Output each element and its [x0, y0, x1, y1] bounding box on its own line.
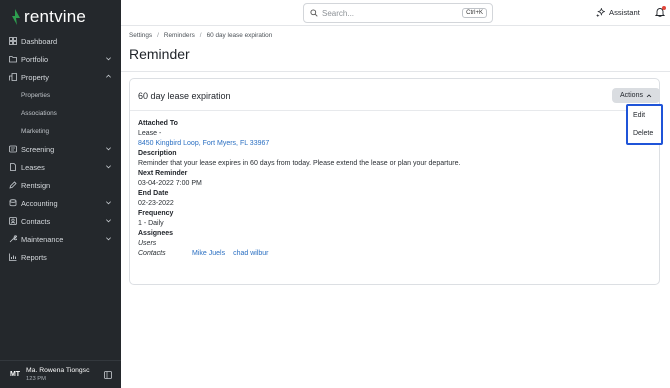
chevron-down-icon[interactable] — [105, 199, 112, 206]
sidebar-item-label: Portfolio — [21, 54, 49, 64]
assignees-label: Assignees — [138, 230, 174, 237]
card-title: 60 day lease expiration — [138, 91, 231, 101]
chevron-down-icon[interactable] — [105, 145, 112, 152]
user-name: Ma. Rowena Tiongsc — [26, 366, 90, 374]
assistant-button[interactable]: Assistant — [596, 8, 640, 17]
user-meta: Ma. Rowena Tiongsc 123 PM — [26, 367, 89, 383]
rentvine-leaf-icon — [12, 9, 20, 25]
breadcrumb-current: 60 day lease expiration — [206, 32, 273, 39]
sidebar-item-accounting[interactable]: Accounting — [0, 194, 121, 212]
actions-menu: Edit Delete — [626, 104, 663, 145]
top-bar: Ctrl+K Assistant — [121, 0, 670, 26]
brand-name: rentvine — [24, 7, 87, 26]
description-label: Description — [138, 150, 177, 157]
menu-item-edit[interactable]: Edit — [628, 106, 661, 124]
contacts-label: Contacts — [138, 250, 166, 257]
notification-dot — [662, 6, 666, 10]
sidebar-item-label: Leases — [21, 162, 45, 172]
page-title: Reminder — [129, 46, 190, 62]
menu-item-delete[interactable]: Delete — [628, 124, 661, 142]
sidebar-subitem-label: Associations — [21, 109, 57, 117]
chart-icon — [9, 253, 17, 261]
chevron-down-icon[interactable] — [105, 163, 112, 170]
breadcrumb-reminders[interactable]: Reminders — [164, 32, 195, 39]
breadcrumb-separator: / — [157, 32, 159, 39]
chevron-up-icon — [646, 93, 652, 97]
sidebar-subitem-label: Marketing — [21, 127, 50, 135]
user-profile[interactable]: MT Ma. Rowena Tiongsc 123 PM — [0, 360, 121, 388]
sidebar-item-maintenance[interactable]: Maintenance — [0, 230, 121, 248]
chevron-down-icon[interactable] — [105, 55, 112, 62]
sidebar-item-dashboard[interactable]: Dashboard — [0, 32, 121, 50]
assistant-label: Assistant — [609, 8, 640, 17]
sidebar-subitem-label: Properties — [21, 91, 51, 99]
chevron-down-icon[interactable] — [105, 217, 112, 224]
end-date-label: End Date — [138, 190, 169, 197]
frequency-value: 1 - Daily — [138, 220, 164, 227]
sparkle-icon — [596, 8, 605, 17]
sidebar-item-label: Screening — [21, 144, 55, 154]
next-reminder-label: Next Reminder — [138, 170, 188, 177]
chevron-up-icon[interactable] — [105, 73, 112, 80]
search-icon — [310, 9, 318, 17]
next-reminder-value: 03-04-2022 7:00 PM — [138, 180, 202, 187]
sidebar-subitem-properties[interactable]: Properties — [0, 86, 121, 104]
search-shortcut: Ctrl+K — [462, 8, 487, 18]
chevron-down-icon[interactable] — [105, 235, 112, 242]
folder-icon — [9, 55, 17, 63]
sidebar-subitem-associations[interactable]: Associations — [0, 104, 121, 122]
main-content: Settings / Reminders / 60 day lease expi… — [121, 26, 670, 388]
sidebar-item-label: Contacts — [21, 216, 51, 226]
reminder-card: 60 day lease expiration Actions Attached… — [129, 78, 660, 285]
contacts-row: Contacts Mike Juels chad wilbur — [138, 249, 618, 259]
contact-link[interactable]: chad wilbur — [233, 249, 268, 259]
search-input[interactable] — [322, 8, 452, 18]
wrench-icon — [9, 235, 17, 243]
frequency-label: Frequency — [138, 210, 174, 217]
sidebar-item-label: Rentsign — [21, 180, 51, 190]
sidebar-item-leases[interactable]: Leases — [0, 158, 121, 176]
sidebar-item-label: Accounting — [21, 198, 58, 208]
attached-to-label: Attached To — [138, 120, 178, 127]
sidebar-item-label: Maintenance — [21, 234, 64, 244]
sidebar-item-screening[interactable]: Screening — [0, 140, 121, 158]
card-header: 60 day lease expiration Actions — [130, 79, 660, 111]
breadcrumb-settings[interactable]: Settings — [129, 32, 152, 39]
reminder-details: Attached To Lease - 8450 Kingbird Loop, … — [138, 119, 618, 259]
divider — [121, 71, 670, 72]
sidebar-item-label: Property — [21, 72, 49, 82]
sidebar-nav: Dashboard Portfolio Property Properties … — [0, 32, 121, 266]
sidebar: rentvine Dashboard Portfolio Property Pr… — [0, 0, 121, 388]
sidebar-item-reports[interactable]: Reports — [0, 248, 121, 266]
contact-link[interactable]: Mike Juels — [192, 249, 225, 259]
sidebar-item-label: Reports — [21, 252, 47, 262]
document-icon — [9, 163, 17, 171]
building-icon — [9, 73, 17, 81]
users-label: Users — [138, 240, 157, 247]
search-box[interactable]: Ctrl+K — [303, 3, 493, 23]
attached-to-value: Lease - — [138, 130, 162, 137]
user-subtitle: 123 PM — [26, 375, 46, 382]
avatar: MT — [9, 371, 21, 378]
sidebar-item-portfolio[interactable]: Portfolio — [0, 50, 121, 68]
actions-button[interactable]: Actions — [612, 88, 660, 103]
collapse-sidebar-icon[interactable] — [104, 371, 112, 379]
sidebar-item-label: Dashboard — [21, 36, 58, 46]
contacts-icon — [9, 217, 17, 225]
brand-logo[interactable]: rentvine — [9, 6, 86, 28]
property-address-link[interactable]: 8450 Kingbird Loop, Fort Myers, FL 33967 — [138, 139, 618, 149]
pen-icon — [9, 181, 17, 189]
breadcrumb: Settings / Reminders / 60 day lease expi… — [129, 32, 272, 39]
sidebar-item-contacts[interactable]: Contacts — [0, 212, 121, 230]
coins-icon — [9, 199, 17, 207]
end-date-value: 02-23-2022 — [138, 200, 174, 207]
dashboard-icon — [9, 37, 17, 45]
sidebar-item-property[interactable]: Property — [0, 68, 121, 86]
description-value: Reminder that your lease expires in 60 d… — [138, 160, 461, 167]
breadcrumb-separator: / — [199, 32, 202, 39]
actions-label: Actions — [620, 92, 643, 99]
screening-icon — [9, 145, 17, 153]
sidebar-item-rentsign[interactable]: Rentsign — [0, 176, 121, 194]
sidebar-subitem-marketing[interactable]: Marketing — [0, 122, 121, 140]
